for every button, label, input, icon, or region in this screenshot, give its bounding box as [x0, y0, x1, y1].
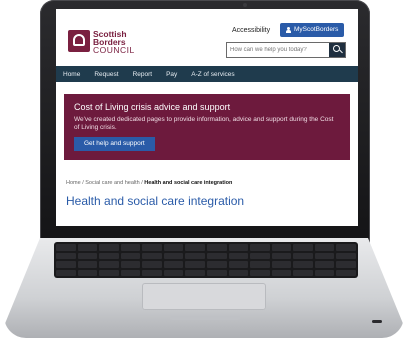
nav-item-pay[interactable]: Pay: [159, 71, 184, 78]
laptop-lip: [170, 316, 240, 320]
logo-text: Scottish Borders COUNCIL: [93, 29, 135, 55]
breadcrumb-current: Health and social care integration: [144, 180, 233, 186]
nav-item-report[interactable]: Report: [126, 71, 160, 78]
search-input[interactable]: [227, 43, 329, 57]
search-bar: [226, 42, 346, 58]
nav-item-az-services[interactable]: A-Z of services: [184, 71, 241, 78]
keyboard: [54, 242, 358, 278]
site-header: Scottish Borders COUNCIL Accessibility M…: [56, 9, 358, 58]
webcam-icon: [243, 3, 247, 7]
banner-text: We've created dedicated pages to provide…: [74, 116, 334, 131]
account-button-label: MyScotBorders: [294, 26, 339, 33]
get-help-button[interactable]: Get help and support: [74, 137, 155, 151]
status-led-icon: [372, 320, 382, 323]
trackpad: [142, 283, 266, 310]
main-nav: Home Request Report Pay A-Z of services: [56, 66, 358, 82]
laptop-screen: Scottish Borders COUNCIL Accessibility M…: [56, 9, 358, 226]
nav-item-home[interactable]: Home: [56, 71, 87, 78]
accessibility-link[interactable]: Accessibility: [232, 27, 270, 34]
user-icon: [286, 27, 291, 33]
breadcrumb: Home / Social care and health / Health a…: [66, 180, 233, 186]
search-icon[interactable]: [329, 43, 345, 57]
banner-title: Cost of Living crisis advice and support: [74, 102, 231, 112]
breadcrumb-section[interactable]: Social care and health: [85, 180, 139, 186]
page-title: Health and social care integration: [66, 194, 245, 208]
breadcrumb-home[interactable]: Home: [66, 180, 81, 186]
crest-icon: [68, 30, 90, 52]
council-logo[interactable]: Scottish Borders COUNCIL: [68, 30, 135, 54]
nav-item-request[interactable]: Request: [87, 71, 125, 78]
cost-of-living-banner: Cost of Living crisis advice and support…: [64, 94, 350, 160]
account-button[interactable]: MyScotBorders: [280, 23, 345, 37]
